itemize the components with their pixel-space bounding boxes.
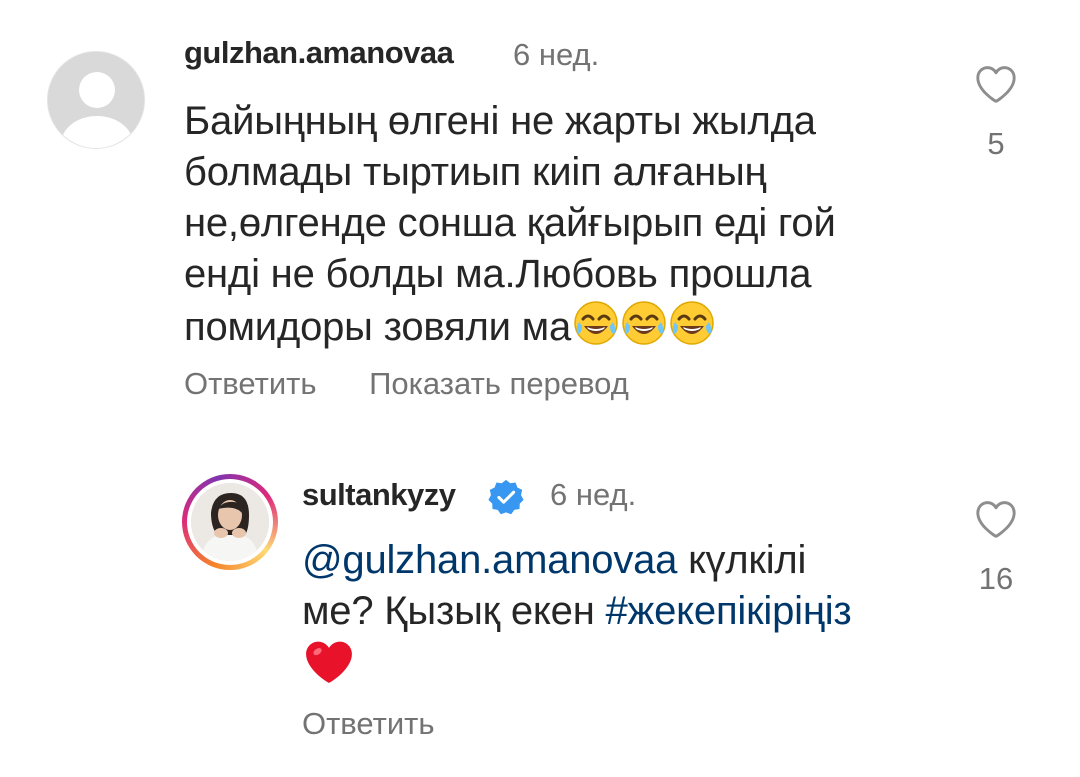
comment-username[interactable]: gulzhan.amanovaa: [184, 35, 454, 71]
like-control: 16: [966, 499, 1026, 597]
comment-text-line-last: помидоры зовяли ма: [184, 300, 836, 359]
hashtag-link[interactable]: #жекепікіріңіз: [606, 589, 852, 633]
comment-text: Байыңның өлгені не жарты жылда болмады т…: [184, 96, 836, 359]
default-avatar[interactable]: [47, 51, 145, 149]
tears-of-joy-emoji-icon: [669, 300, 715, 359]
comment-timestamp: 6 нед.: [513, 37, 600, 72]
reply-text-part: ме? Қызық екен: [302, 589, 606, 633]
like-count: 16: [978, 561, 1014, 596]
reply-text-part: күлкілі: [677, 538, 807, 582]
comment-text-line: Байыңның өлгені не жарты жылда: [184, 99, 816, 143]
like-control: 5: [966, 64, 1026, 162]
profile-photo-icon: [191, 483, 269, 561]
reply-button[interactable]: Ответить: [184, 366, 317, 401]
red-heart-emoji-icon: [304, 639, 354, 698]
reply-text: @gulzhan.amanovaa күлкілі ме? Қызық екен…: [302, 535, 852, 698]
comment-actions: Ответить Показать перевод: [184, 366, 673, 402]
reply-username[interactable]: sultankyzy: [302, 477, 456, 513]
tears-of-joy-emoji-icon: [621, 300, 667, 359]
mention-link[interactable]: @gulzhan.amanovaa: [302, 538, 677, 582]
comment-text-line: не,өлгенде сонша қайғырып еді гой: [184, 201, 836, 245]
verified-badge-icon: [488, 479, 524, 515]
avatar[interactable]: [182, 474, 278, 570]
show-translation-button[interactable]: Показать перевод: [369, 366, 629, 401]
heart-outline-icon[interactable]: [974, 499, 1018, 539]
reply-button[interactable]: Ответить: [302, 706, 435, 741]
reply-timestamp: 6 нед.: [550, 477, 637, 512]
reply-actions: Ответить: [302, 706, 479, 742]
heart-outline-icon[interactable]: [974, 64, 1018, 104]
comment-text-line-text: помидоры зовяли ма: [184, 305, 571, 349]
comment-text-line: енді не болды ма.Любовь прошла: [184, 252, 812, 296]
like-count: 5: [987, 126, 1005, 161]
tears-of-joy-emoji-icon: [573, 300, 619, 359]
default-avatar-icon: [48, 52, 144, 148]
comment-text-line: болмады тыртиып киіп алғаның: [184, 150, 767, 194]
profile-photo: [191, 483, 269, 561]
